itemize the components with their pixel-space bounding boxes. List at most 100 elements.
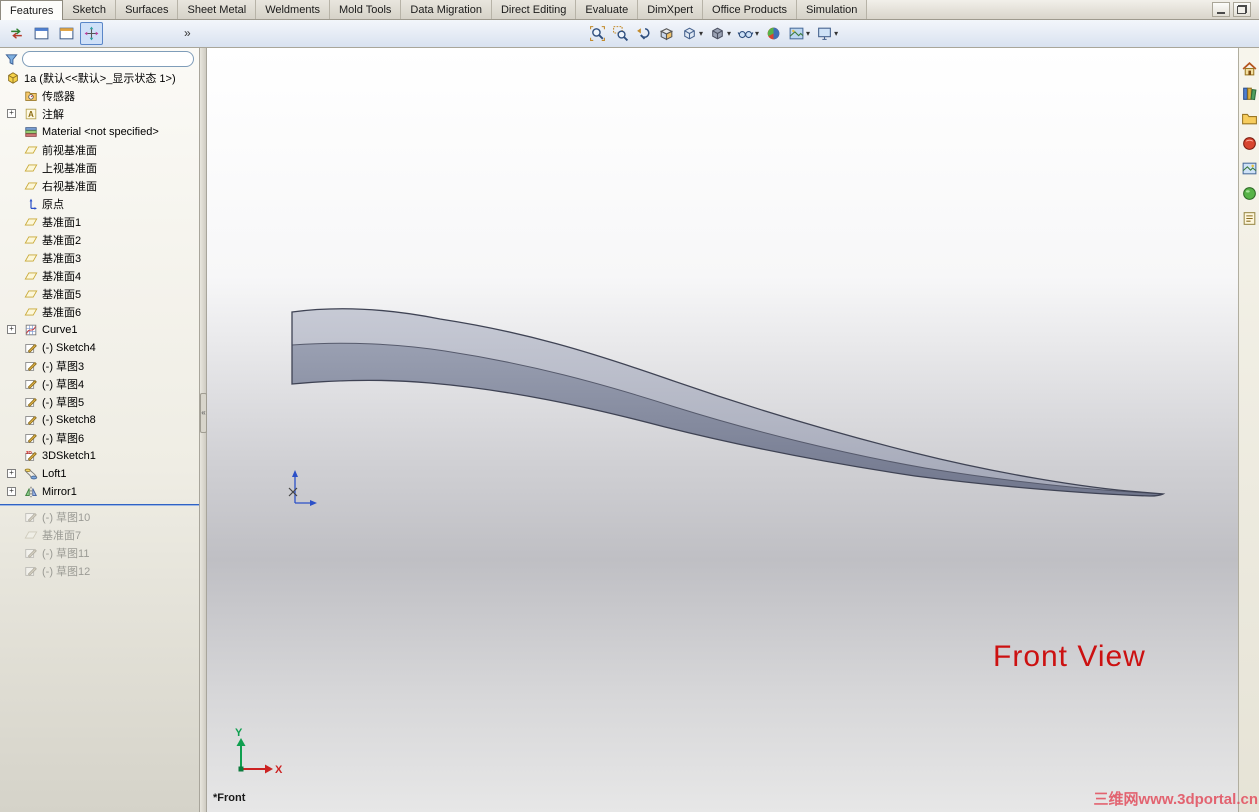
dropdown-caret-icon[interactable]: ▾ <box>699 29 703 38</box>
tab-mold-tools[interactable]: Mold Tools <box>330 0 402 19</box>
swap-arrows-button[interactable] <box>5 22 28 45</box>
dropdown-caret-icon[interactable]: ▾ <box>755 29 759 38</box>
tab-weldments[interactable]: Weldments <box>256 0 331 19</box>
task-pane-strip <box>1238 48 1259 812</box>
tree-item-sketch5cn[interactable]: (-) 草图5 <box>0 393 199 411</box>
tree-item-plane3[interactable]: 基准面3 <box>0 249 199 267</box>
feature-tree: 1a (默认<<默认>_显示状态 1>) 传感器 + 注解 Material <n… <box>0 69 199 812</box>
view-palette-icon[interactable] <box>1241 160 1258 177</box>
tree-item-plane1[interactable]: 基准面1 <box>0 213 199 231</box>
solidworks-window: Features Sketch Surfaces Sheet Metal Wel… <box>0 0 1259 812</box>
tab-simulation[interactable]: Simulation <box>797 0 868 19</box>
view-orientation-button[interactable] <box>678 22 701 45</box>
tree-item-sketch6cn[interactable]: (-) 草图6 <box>0 429 199 447</box>
origin-marker <box>288 470 317 506</box>
tree-item-plane7[interactable]: 基准面7 <box>0 526 199 544</box>
restore-button[interactable] <box>1233 2 1251 17</box>
model-3d[interactable] <box>291 308 1166 497</box>
display-style-button[interactable] <box>706 22 729 45</box>
file-explorer-icon[interactable] <box>1241 110 1258 127</box>
toolbar-overflow-chevron[interactable]: » <box>184 26 191 40</box>
tree-item-sketch12cn[interactable]: (-) 草图12 <box>0 562 199 580</box>
minimize-icon <box>1217 12 1225 14</box>
rollback-bar[interactable] <box>0 504 199 506</box>
plane-icon <box>24 179 38 193</box>
zoom-to-area-button[interactable] <box>609 22 632 45</box>
main-toolbar: » ▾ ▾ ▾ ▾ ▾ <box>0 20 1259 48</box>
tree-filter-row <box>0 48 199 69</box>
tree-item-plane6[interactable]: 基准面6 <box>0 303 199 321</box>
hide-show-items-button[interactable] <box>734 22 757 45</box>
view-settings-icon <box>816 25 833 42</box>
expand-toggle[interactable]: + <box>7 469 16 478</box>
solidworks-search-icon[interactable] <box>1241 135 1258 152</box>
tab-data-migration[interactable]: Data Migration <box>401 0 492 19</box>
view-orientation-label: *Front <box>213 792 246 804</box>
apply-scene-button[interactable] <box>785 22 808 45</box>
tree-item-material[interactable]: Material <not specified> <box>0 123 199 141</box>
tab-sheet-metal[interactable]: Sheet Metal <box>178 0 257 19</box>
tree-item-origin[interactable]: 原点 <box>0 195 199 213</box>
previous-view-button[interactable] <box>632 22 655 45</box>
dropdown-caret-icon[interactable]: ▾ <box>834 29 838 38</box>
expand-toggle[interactable]: + <box>7 109 16 118</box>
tree-item-sketch4cn[interactable]: (-) 草图4 <box>0 375 199 393</box>
tree-item-annotations[interactable]: + 注解 <box>0 105 199 123</box>
filter-funnel-icon <box>4 52 19 67</box>
tree-item-sketch4[interactable]: (-) Sketch4 <box>0 339 199 357</box>
viewport-3d[interactable]: Y X Front View *Front <box>207 48 1238 812</box>
expand-toggle[interactable]: + <box>7 487 16 496</box>
section-view-button[interactable] <box>655 22 678 45</box>
window-panel-alt-button[interactable] <box>55 22 78 45</box>
tree-item-loft1[interactable]: + Loft1 <box>0 465 199 483</box>
tab-direct-editing[interactable]: Direct Editing <box>491 0 577 19</box>
dropdown-caret-icon[interactable]: ▾ <box>727 29 731 38</box>
tree-item-plane2[interactable]: 基准面2 <box>0 231 199 249</box>
filter-input[interactable] <box>22 51 194 67</box>
sketch-icon <box>24 431 38 445</box>
section-view-icon <box>658 25 675 42</box>
tree-item-3dsketch1[interactable]: 3DSketch1 <box>0 447 199 465</box>
orientation-triad: Y X <box>235 727 283 776</box>
sketch-icon <box>24 341 38 355</box>
tab-features[interactable]: Features <box>0 0 64 20</box>
tree-item-sketch11cn[interactable]: (-) 草图11 <box>0 544 199 562</box>
tree-item-right-plane[interactable]: 右视基准面 <box>0 177 199 195</box>
tab-dimxpert[interactable]: DimXpert <box>638 0 704 19</box>
tree-item-mirror1[interactable]: + Mirror1 <box>0 483 199 501</box>
custom-properties-icon[interactable] <box>1241 210 1258 227</box>
design-library-icon[interactable] <box>1241 85 1258 102</box>
tree-item-plane4[interactable]: 基准面4 <box>0 267 199 285</box>
sketch-icon <box>24 564 38 578</box>
tree-item-curve1[interactable]: + Curve1 <box>0 321 199 339</box>
tree-item-sketch10cn[interactable]: (-) 草图10 <box>0 508 199 526</box>
tree-root-item[interactable]: 1a (默认<<默认>_显示状态 1>) <box>0 69 199 87</box>
view-orientation-icon <box>681 25 698 42</box>
panel-splitter[interactable]: « <box>200 48 207 812</box>
plane-icon <box>24 233 38 247</box>
curve-icon <box>24 323 38 337</box>
view-settings-button[interactable] <box>813 22 836 45</box>
solidworks-resources-icon[interactable] <box>1241 60 1258 77</box>
zoom-to-fit-button[interactable] <box>586 22 609 45</box>
tree-item-sketch8[interactable]: (-) Sketch8 <box>0 411 199 429</box>
minimize-button[interactable] <box>1212 2 1230 17</box>
splitter-collapse-handle[interactable]: « <box>200 393 207 433</box>
window-panel-button[interactable] <box>30 22 53 45</box>
edit-appearance-button[interactable] <box>762 22 785 45</box>
tree-item-sensors[interactable]: 传感器 <box>0 87 199 105</box>
window-panel-icon <box>33 25 50 42</box>
tab-evaluate[interactable]: Evaluate <box>576 0 639 19</box>
tab-sketch[interactable]: Sketch <box>63 0 117 19</box>
dropdown-caret-icon[interactable]: ▾ <box>806 29 810 38</box>
four-arrows-button[interactable] <box>80 22 103 45</box>
tree-item-sketch3cn[interactable]: (-) 草图3 <box>0 357 199 375</box>
tab-office-products[interactable]: Office Products <box>703 0 798 19</box>
expand-toggle[interactable]: + <box>7 325 16 334</box>
tab-surfaces[interactable]: Surfaces <box>116 0 179 19</box>
tree-item-top-plane[interactable]: 上视基准面 <box>0 159 199 177</box>
appearances-scenes-icon[interactable] <box>1241 185 1258 202</box>
sketch-icon <box>24 377 38 391</box>
tree-item-front-plane[interactable]: 前视基准面 <box>0 141 199 159</box>
tree-item-plane5[interactable]: 基准面5 <box>0 285 199 303</box>
